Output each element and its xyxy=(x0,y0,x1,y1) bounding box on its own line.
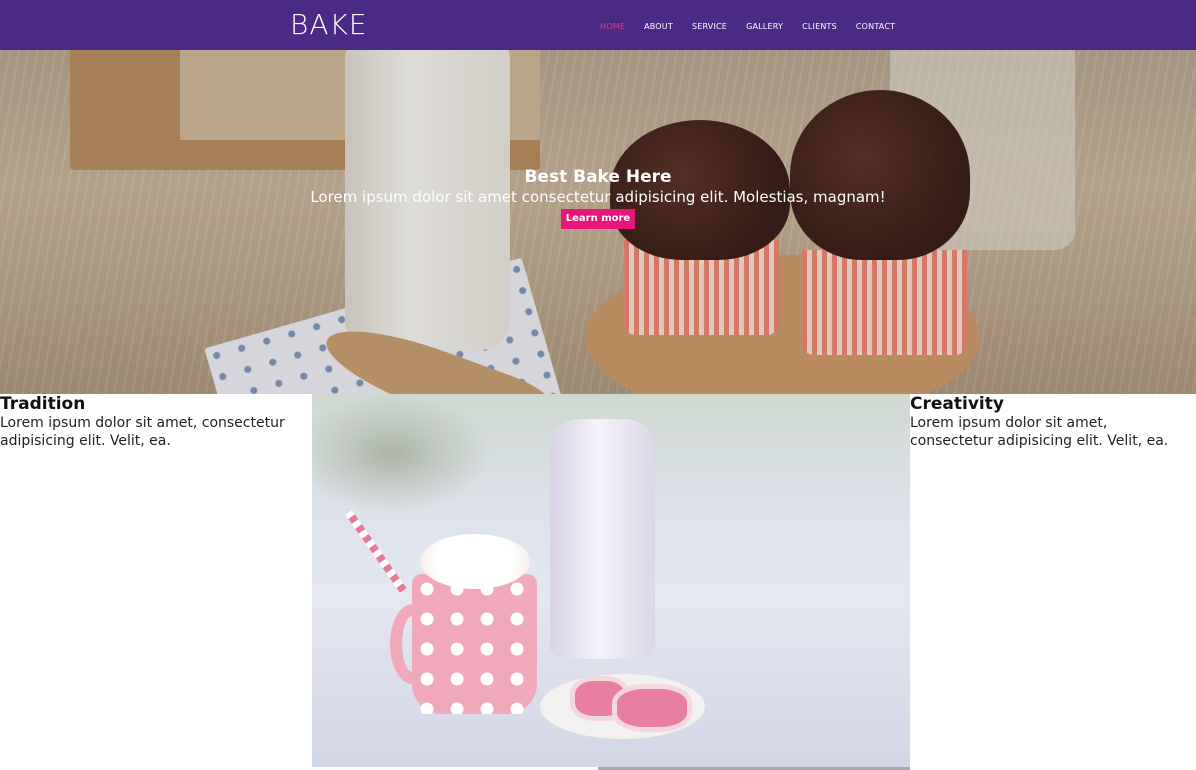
winter-treats-image xyxy=(312,394,910,767)
feature-text: Lorem ipsum dolor sit amet, consectetur … xyxy=(0,415,285,449)
brand-logo[interactable]: BAKE xyxy=(290,8,368,42)
feature-text: Lorem ipsum dolor sit amet, consectetur … xyxy=(910,415,1169,449)
navbar: BAKE HOME ABOUT SERVICE GALLERY CLIENTS … xyxy=(0,0,1196,50)
feature-title: Creativity xyxy=(910,394,1004,414)
nav-item-clients[interactable]: CLIENTS xyxy=(802,20,837,34)
hero-content: Best Bake Here Lorem ipsum dolor sit ame… xyxy=(0,166,1196,229)
nav-item-gallery[interactable]: GALLERY xyxy=(746,20,783,34)
hero-subtitle: Lorem ipsum dolor sit amet consectetur a… xyxy=(310,188,886,206)
nav-item-home[interactable]: HOME xyxy=(600,20,625,34)
nav-item-about[interactable]: ABOUT xyxy=(644,20,673,34)
nav-item-contact[interactable]: CONTACT xyxy=(856,20,895,34)
hero-title: Best Bake Here xyxy=(524,167,672,187)
feature-creativity: Creativity Lorem ipsum dolor sit amet, c… xyxy=(910,394,1190,450)
learn-more-button[interactable]: Learn more xyxy=(560,209,636,229)
feature-tradition: Tradition Lorem ipsum dolor sit amet, co… xyxy=(0,394,310,450)
nav-menu: HOME ABOUT SERVICE GALLERY CLIENTS CONTA… xyxy=(600,20,914,34)
feature-title: Tradition xyxy=(0,394,86,414)
nav-item-service[interactable]: SERVICE xyxy=(692,20,727,34)
hero-banner: Best Bake Here Lorem ipsum dolor sit ame… xyxy=(0,50,1196,394)
